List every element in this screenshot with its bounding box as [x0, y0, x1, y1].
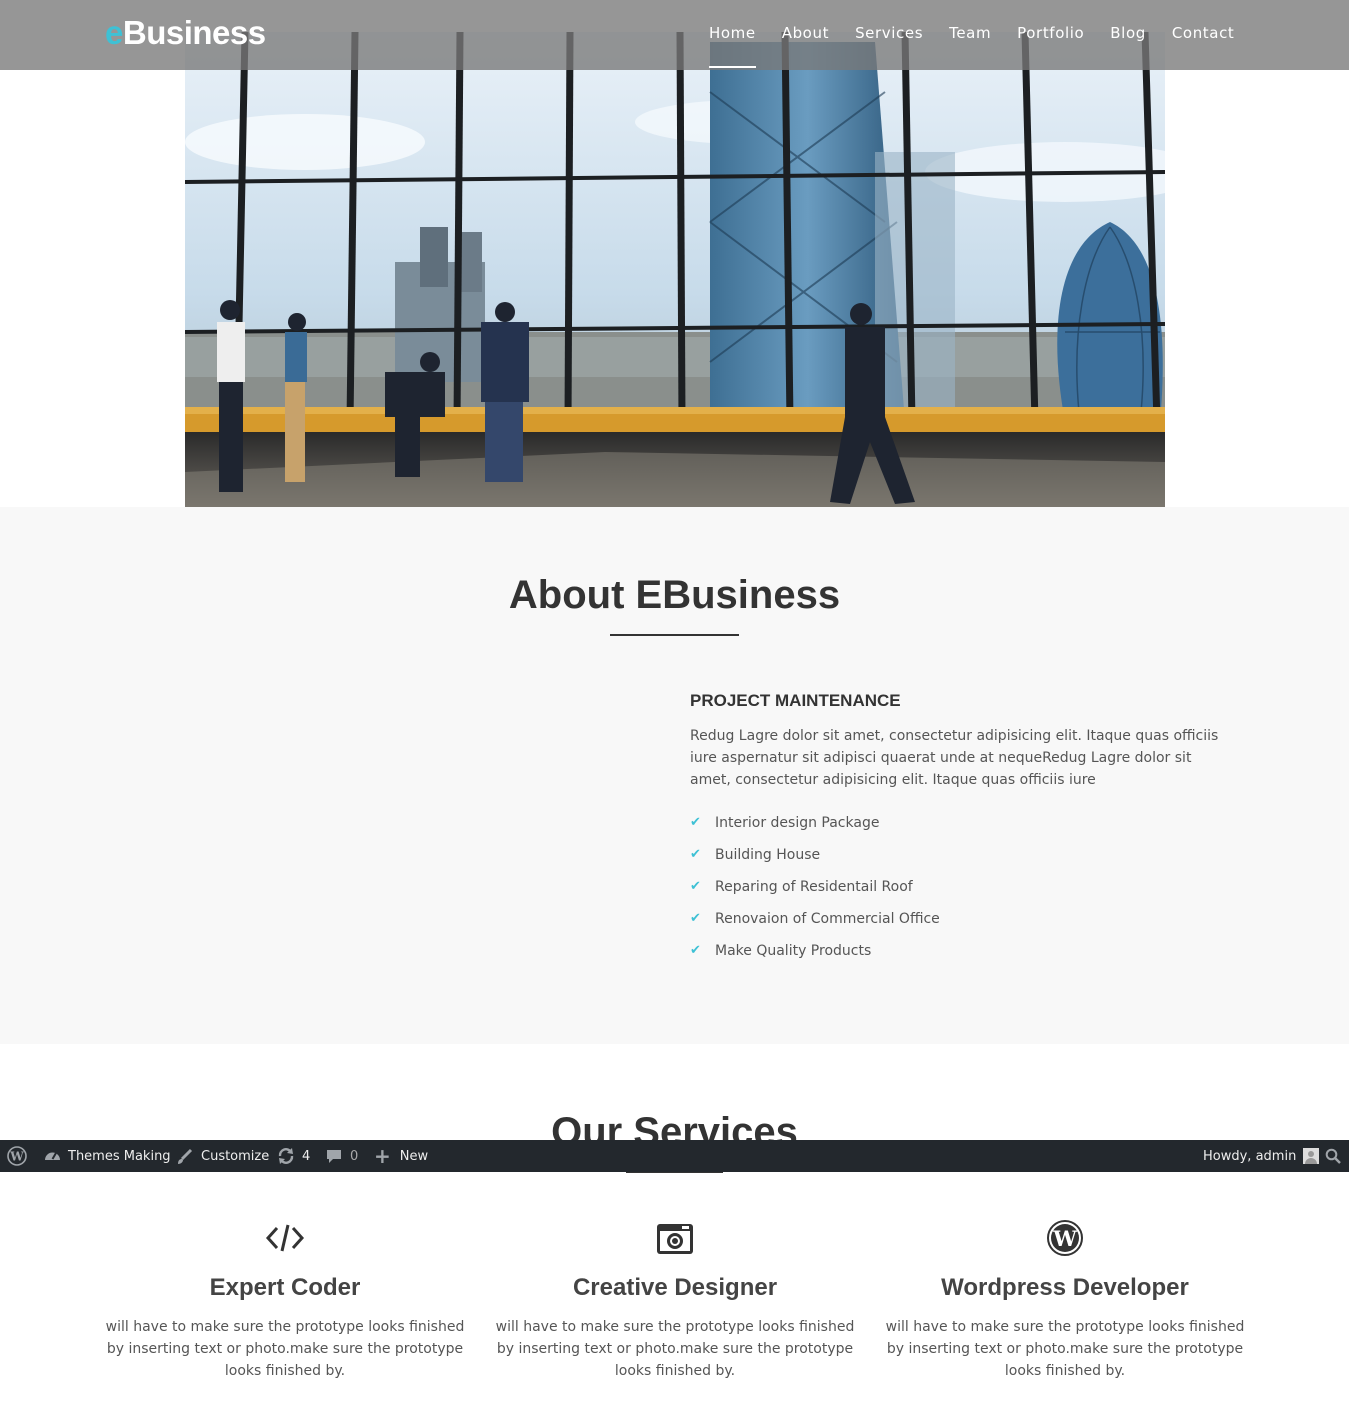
wp-logo-menu[interactable]: W: [7, 1140, 27, 1172]
list-item: ✔ Building House: [690, 844, 1230, 876]
code-icon: [105, 1218, 465, 1258]
dashboard-icon: [45, 1151, 60, 1160]
account-menu[interactable]: Howdy, admin: [1203, 1140, 1320, 1172]
check-icon: ✔: [690, 847, 701, 862]
main-nav: Home About Services Team Portfolio Blog …: [709, 24, 1260, 68]
about-section: About EBusiness PROJECT MAINTENANCE Redu…: [0, 507, 1349, 1044]
updates-icon: [278, 1148, 294, 1164]
list-item: ✔ Reparing of Residentail Roof: [690, 876, 1230, 908]
check-icon: ✔: [690, 815, 701, 830]
nav-services[interactable]: Services: [855, 24, 923, 68]
customize-link[interactable]: Customize: [176, 1140, 269, 1172]
service-card-coder: Expert Coder will have to make sure the …: [105, 1218, 465, 1382]
svg-text:W: W: [9, 1150, 24, 1164]
service-card-designer: Creative Designer will have to make sure…: [495, 1218, 855, 1382]
about-paragraph: Redug Lagre dolor sit amet, consectetur …: [690, 728, 1219, 788]
svg-text:W: W: [1052, 1226, 1077, 1251]
site-header: eBusiness Home About Services Team Portf…: [0, 0, 1349, 70]
search-icon: [1325, 1148, 1341, 1164]
nav-portfolio[interactable]: Portfolio: [1017, 24, 1084, 68]
check-icon: ✔: [690, 943, 701, 958]
service-name: Expert Coder: [209, 1274, 361, 1301]
service-description: will have to make sure the prototype loo…: [495, 1319, 855, 1379]
hero-image: [185, 32, 1165, 507]
updates-count: 4: [302, 1148, 311, 1164]
comments-link[interactable]: 0: [326, 1140, 358, 1172]
service-description: will have to make sure the prototype loo…: [105, 1319, 465, 1379]
service-name: Creative Designer: [572, 1274, 778, 1301]
about-content: PROJECT MAINTENANCE Redug Lagre dolor si…: [690, 691, 1230, 972]
admin-search-button[interactable]: [1325, 1140, 1341, 1172]
site-name-menu[interactable]: Themes Making: [44, 1140, 171, 1172]
service-card-wordpress: W Wordpress Developer will have to make …: [885, 1218, 1245, 1382]
list-item: ✔ Make Quality Products: [690, 940, 1230, 972]
check-icon: ✔: [690, 879, 701, 894]
customize-label: Customize: [201, 1148, 270, 1164]
plus-icon: +: [374, 1144, 391, 1168]
wordpress-logo-icon: W: [7, 1146, 27, 1166]
brush-icon: [178, 1148, 193, 1164]
check-icon: ✔: [690, 911, 701, 926]
service-description: will have to make sure the prototype loo…: [885, 1319, 1245, 1379]
nav-blog[interactable]: Blog: [1110, 24, 1146, 68]
howdy-label: Howdy, admin: [1203, 1148, 1297, 1164]
comments-count: 0: [350, 1148, 359, 1164]
nav-about[interactable]: About: [782, 24, 829, 68]
site-logo[interactable]: eBusiness: [105, 14, 266, 52]
nav-home[interactable]: Home: [709, 24, 756, 68]
new-label: New: [399, 1148, 429, 1164]
wordpress-icon: W: [885, 1218, 1245, 1258]
about-heading: PROJECT MAINTENANCE: [690, 691, 901, 710]
about-feature-list: ✔ Interior design Package ✔ Building House…: [690, 812, 1230, 972]
new-content-link[interactable]: + New: [374, 1140, 428, 1172]
list-item: ✔ Renovaion of Commercial Office: [690, 908, 1230, 940]
nav-team[interactable]: Team: [949, 24, 991, 68]
list-item: ✔ Interior design Package: [690, 812, 1230, 844]
about-title: About EBusiness: [508, 573, 841, 617]
comment-icon: [327, 1150, 341, 1163]
updates-link[interactable]: 4: [277, 1140, 310, 1172]
site-name-label: Themes Making: [68, 1148, 171, 1164]
camera-icon: [495, 1218, 855, 1258]
nav-contact[interactable]: Contact: [1172, 24, 1235, 68]
wp-admin-bar: W Themes Making Customize 4 0 + New Howd…: [0, 1140, 1349, 1172]
service-name: Wordpress Developer: [941, 1274, 1189, 1301]
about-title-underline: [610, 634, 739, 636]
avatar: [1303, 1148, 1320, 1164]
